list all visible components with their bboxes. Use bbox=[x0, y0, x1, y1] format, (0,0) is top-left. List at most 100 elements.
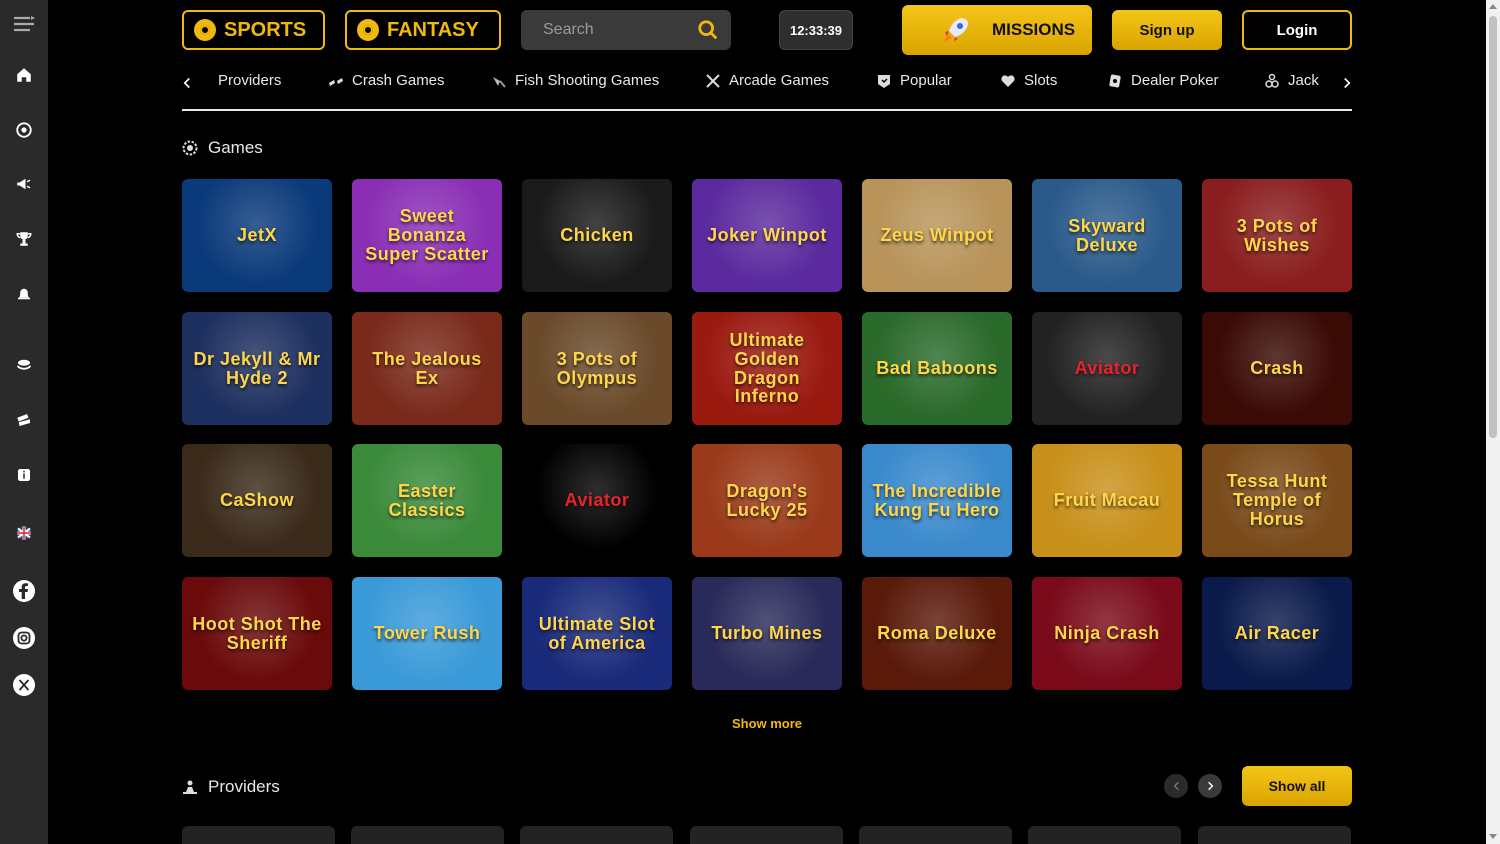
game-tile[interactable]: Zeus Winpot bbox=[862, 179, 1012, 292]
provider-card[interactable] bbox=[351, 826, 504, 844]
game-tile[interactable]: Fruit Macau bbox=[1032, 444, 1182, 557]
game-tile[interactable]: Dragon's Lucky 25 bbox=[692, 444, 842, 557]
provider-card[interactable] bbox=[859, 826, 1012, 844]
game-tile[interactable]: Aviator bbox=[1032, 312, 1182, 425]
category-crash-games[interactable]: Crash Games bbox=[328, 72, 445, 89]
provider-card[interactable] bbox=[1198, 826, 1351, 844]
category-divider bbox=[182, 109, 1352, 111]
category-dealer-poker[interactable]: Dealer Poker bbox=[1107, 72, 1219, 89]
info-icon[interactable] bbox=[12, 463, 36, 487]
provider-card[interactable] bbox=[520, 826, 673, 844]
category-fish-shooting[interactable]: Fish Shooting Games bbox=[491, 72, 659, 89]
game-tile[interactable]: Turbo Mines bbox=[692, 577, 842, 690]
game-tile[interactable]: Hoot Shot The Sheriff bbox=[182, 577, 332, 690]
game-tile[interactable]: The Incredible Kung Fu Hero bbox=[862, 444, 1012, 557]
providers-section-title: Providers bbox=[182, 777, 280, 797]
category-arcade-games[interactable]: Arcade Games bbox=[705, 72, 829, 89]
game-tile[interactable]: Tower Rush bbox=[352, 577, 502, 690]
game-title: Dragon's Lucky 25 bbox=[726, 480, 808, 520]
search-box[interactable] bbox=[521, 10, 731, 50]
game-tile[interactable]: 3 Pots of Olympus bbox=[522, 312, 672, 425]
sports-button[interactable]: SPORTS bbox=[182, 10, 325, 50]
game-tile[interactable]: Chicken bbox=[522, 179, 672, 292]
game-tile[interactable]: Easter Classics bbox=[352, 444, 502, 557]
game-tile[interactable]: Bad Baboons bbox=[862, 312, 1012, 425]
category-slots[interactable]: Slots bbox=[1000, 72, 1057, 89]
game-tile[interactable]: Tessa Hunt Temple of Horus bbox=[1202, 444, 1352, 557]
soccer-ball-icon bbox=[194, 19, 216, 41]
scrollbar-thumb[interactable] bbox=[1489, 16, 1497, 438]
game-tile[interactable]: Crash bbox=[1202, 312, 1352, 425]
search-icon[interactable] bbox=[697, 19, 719, 41]
category-prev-button[interactable] bbox=[180, 74, 194, 92]
uk-flag-icon[interactable] bbox=[12, 521, 36, 545]
x-twitter-icon[interactable] bbox=[12, 673, 36, 697]
provider-card[interactable] bbox=[690, 826, 843, 844]
signup-button[interactable]: Sign up bbox=[1112, 10, 1222, 50]
home-icon[interactable] bbox=[12, 63, 36, 87]
game-title: Ninja Crash bbox=[1054, 623, 1160, 644]
casino-chips-icon[interactable] bbox=[12, 353, 36, 377]
game-tile[interactable]: Ninja Crash bbox=[1032, 577, 1182, 690]
show-all-button[interactable]: Show all bbox=[1242, 766, 1352, 806]
game-title: Hoot Shot The Sheriff bbox=[192, 613, 322, 653]
game-tile[interactable]: Ultimate Slot of America bbox=[522, 577, 672, 690]
game-title: CaShow bbox=[219, 490, 294, 511]
game-tile[interactable]: JetX bbox=[182, 179, 332, 292]
game-tile[interactable]: Joker Winpot bbox=[692, 179, 842, 292]
providers-next-button[interactable] bbox=[1198, 774, 1222, 798]
fantasy-button[interactable]: FANTASY bbox=[345, 10, 501, 50]
provider-card[interactable] bbox=[1028, 826, 1181, 844]
search-input[interactable] bbox=[541, 20, 695, 40]
game-title: Aviator bbox=[1074, 358, 1140, 379]
game-tile[interactable]: CaShow bbox=[182, 444, 332, 557]
clock: 12:33:39 bbox=[779, 10, 853, 50]
game-title: The Incredible Kung Fu Hero bbox=[872, 480, 1002, 520]
login-button[interactable]: Login bbox=[1242, 10, 1352, 50]
jackpot-icon bbox=[1265, 73, 1279, 88]
game-title: Bad Baboons bbox=[876, 358, 998, 379]
game-title: Aviator bbox=[564, 490, 630, 511]
category-next-button[interactable] bbox=[1340, 74, 1354, 92]
category-providers[interactable]: Providers bbox=[218, 72, 281, 89]
sports-ball-icon[interactable] bbox=[12, 118, 36, 142]
game-title: Ultimate Golden Dragon Inferno bbox=[729, 329, 805, 407]
game-tile[interactable]: The Jealous Ex bbox=[352, 312, 502, 425]
game-tile[interactable]: 3 Pots of Wishes bbox=[1202, 179, 1352, 292]
show-more-button[interactable]: Show more bbox=[717, 716, 817, 731]
game-tile[interactable]: Roma Deluxe bbox=[862, 577, 1012, 690]
scroll-down-arrow[interactable] bbox=[1489, 834, 1497, 839]
game-tile[interactable]: Aviator bbox=[522, 444, 672, 557]
facebook-icon[interactable] bbox=[12, 579, 36, 603]
game-tile[interactable]: Sweet Bonanza Super Scatter bbox=[352, 179, 502, 292]
game-title: Joker Winpot bbox=[707, 225, 827, 246]
provider-card[interactable] bbox=[182, 826, 335, 844]
sports-label: SPORTS bbox=[224, 18, 307, 41]
category-popular[interactable]: Popular bbox=[876, 72, 952, 89]
game-title: Fruit Macau bbox=[1053, 490, 1161, 511]
game-title: 3 Pots of Wishes bbox=[1236, 215, 1318, 255]
missions-button[interactable]: MISSIONS bbox=[902, 5, 1092, 55]
category-jackpot[interactable]: Jack bbox=[1264, 72, 1319, 89]
game-tile[interactable]: Dr Jekyll & Mr Hyde 2 bbox=[182, 312, 332, 425]
instagram-icon[interactable] bbox=[12, 626, 36, 650]
menu-toggle-icon[interactable] bbox=[12, 12, 36, 36]
bell-icon[interactable] bbox=[12, 282, 36, 306]
games-icon bbox=[182, 140, 198, 156]
game-title: Crash bbox=[1250, 358, 1304, 379]
crash-icon bbox=[329, 77, 343, 86]
chevron-right-icon bbox=[1207, 781, 1213, 791]
cards-icon bbox=[1109, 74, 1121, 87]
game-tile[interactable]: Ultimate Golden Dragon Inferno bbox=[692, 312, 842, 425]
fantasy-label: FANTASY bbox=[387, 18, 479, 41]
game-tile[interactable]: Skyward Deluxe bbox=[1032, 179, 1182, 292]
chevron-right-icon bbox=[1344, 77, 1351, 89]
chevron-left-icon bbox=[1173, 781, 1179, 791]
trophy-icon[interactable] bbox=[12, 227, 36, 251]
providers-prev-button[interactable] bbox=[1164, 774, 1188, 798]
ticket-icon[interactable] bbox=[12, 408, 36, 432]
missions-label: MISSIONS bbox=[992, 20, 1076, 39]
megaphone-icon[interactable] bbox=[12, 172, 36, 196]
scroll-up-arrow[interactable] bbox=[1489, 4, 1497, 9]
game-tile[interactable]: Air Racer bbox=[1202, 577, 1352, 690]
